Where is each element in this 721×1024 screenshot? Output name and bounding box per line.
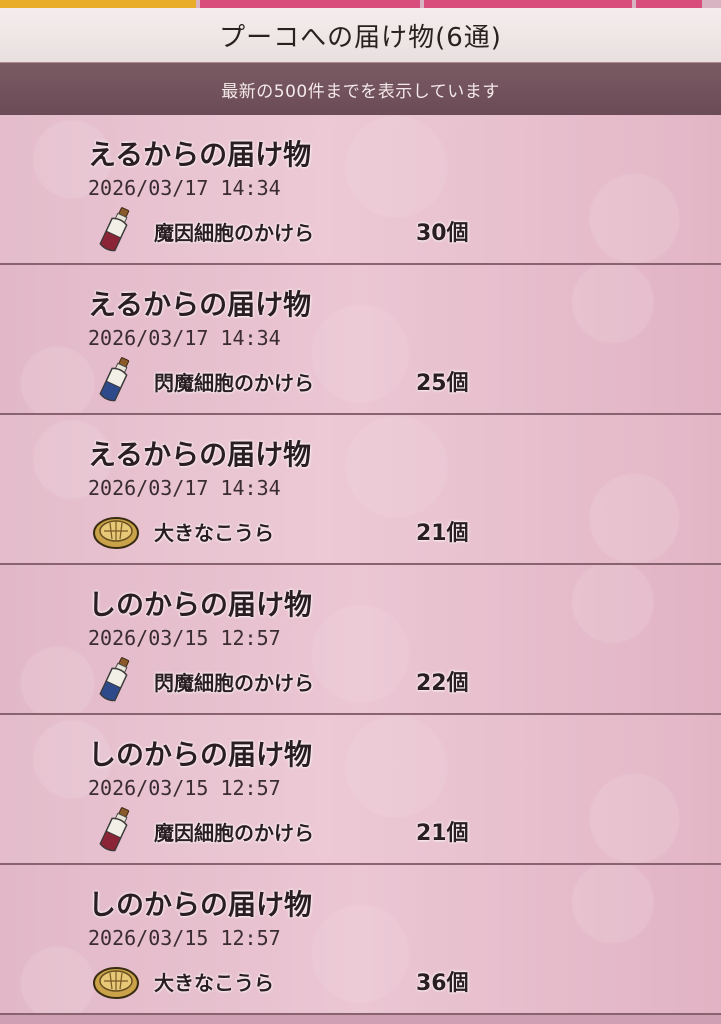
- gift-sender-title: しのからの届け物: [88, 888, 313, 921]
- top-tab-bar: [0, 0, 721, 8]
- item-name: 閃魔細胞のかけら: [154, 371, 314, 395]
- gift-list-item[interactable]: えるからの届け物 2026/03/17 14:34 閃魔細胞のかけら 25個: [0, 265, 721, 415]
- item-name: 大きなこうら: [154, 971, 274, 995]
- item-count: 21個: [416, 821, 469, 846]
- item-name: 魔因細胞のかけら: [154, 821, 314, 845]
- gift-date: 2026/03/17 14:34: [88, 476, 281, 500]
- bottle-icon: [99, 357, 130, 402]
- tab-4[interactable]: [636, 0, 702, 8]
- gift-list-item[interactable]: えるからの届け物 2026/03/17 14:34 魔因細胞のかけら 30個: [0, 115, 721, 265]
- page-title: プーコへの届け物(6通): [219, 22, 502, 53]
- bottle-icon: [99, 807, 130, 852]
- gift-sender-title: しのからの届け物: [88, 738, 313, 771]
- tab-3[interactable]: [424, 0, 632, 8]
- gift-sender-title: えるからの届け物: [88, 438, 312, 471]
- bottle-icon: [99, 657, 130, 702]
- shell-icon: [93, 967, 139, 999]
- gift-date: 2026/03/15 12:57: [88, 776, 281, 800]
- gift-sender-title: しのからの届け物: [88, 588, 313, 621]
- gift-list-item[interactable]: えるからの届け物 2026/03/17 14:34 大きなこうら 21個: [0, 415, 721, 565]
- gift-sender-title: えるからの届け物: [88, 138, 312, 171]
- shell-icon: [93, 517, 139, 549]
- item-count: 30個: [416, 221, 469, 246]
- gift-date: 2026/03/15 12:57: [88, 926, 281, 950]
- tab-1-active[interactable]: [0, 0, 196, 8]
- item-name: 閃魔細胞のかけら: [154, 671, 314, 695]
- tab-2[interactable]: [200, 0, 420, 8]
- gift-date: 2026/03/17 14:34: [88, 326, 281, 350]
- gift-sender-title: えるからの届け物: [88, 288, 312, 321]
- gift-list-item[interactable]: しのからの届け物 2026/03/15 12:57 閃魔細胞のかけら 22個: [0, 565, 721, 715]
- item-name: 魔因細胞のかけら: [154, 221, 314, 245]
- item-name: 大きなこうら: [154, 521, 274, 545]
- gift-date: 2026/03/17 14:34: [88, 176, 281, 200]
- bottle-icon: [99, 207, 130, 252]
- notice-bar: 最新の500件までを表示しています: [0, 63, 721, 115]
- item-count: 22個: [416, 671, 469, 696]
- item-count: 36個: [416, 971, 469, 996]
- item-count: 21個: [416, 521, 469, 546]
- gift-date: 2026/03/15 12:57: [88, 626, 281, 650]
- item-count: 25個: [416, 371, 469, 396]
- notice-text: 最新の500件までを表示しています: [221, 81, 500, 102]
- page-header: プーコへの届け物(6通): [0, 8, 721, 63]
- gift-list-item[interactable]: しのからの届け物 2026/03/15 12:57 魔因細胞のかけら 21個: [0, 715, 721, 865]
- gift-list: えるからの届け物 2026/03/17 14:34 魔因細胞のかけら 30個 え…: [0, 115, 721, 1024]
- gift-inbox-screen: プーコへの届け物(6通) 最新の500件までを表示しています えるからの届け物 …: [0, 0, 721, 1024]
- gift-list-item[interactable]: しのからの届け物 2026/03/15 12:57 大きなこうら 36個: [0, 865, 721, 1015]
